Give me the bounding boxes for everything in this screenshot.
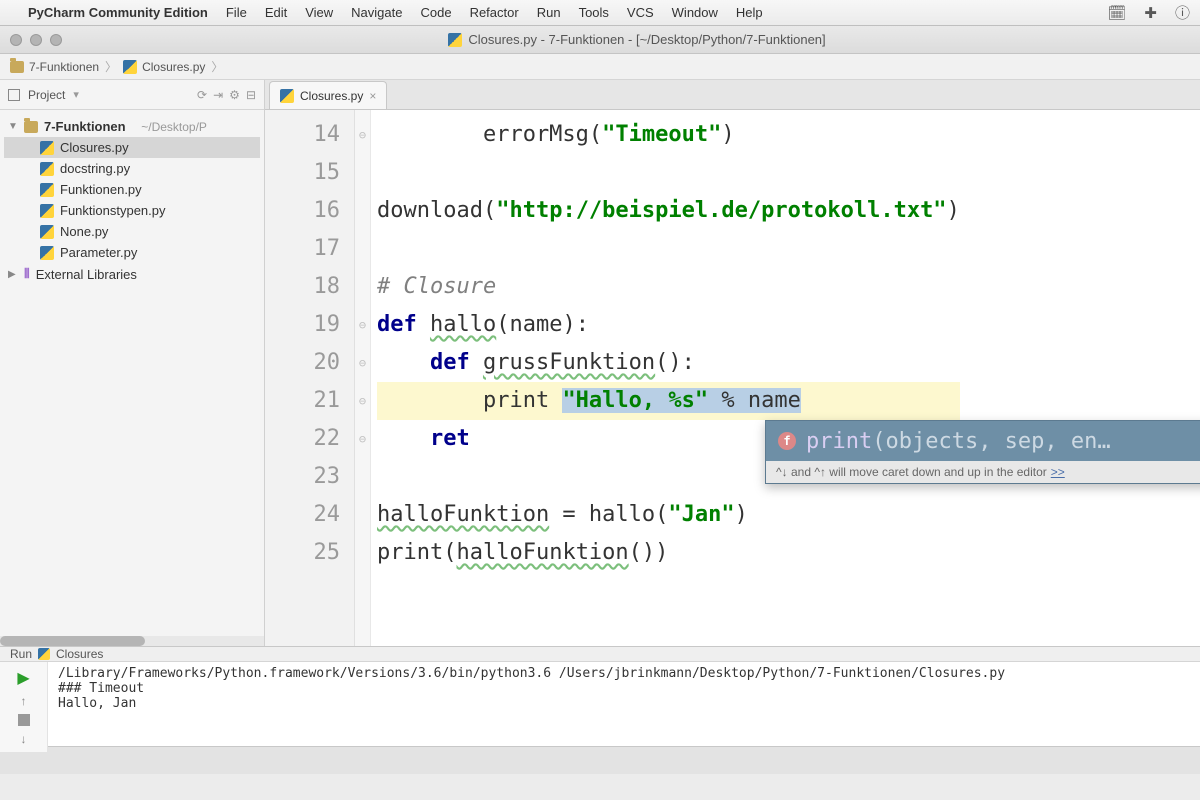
tray-icon[interactable]: ✚ bbox=[1144, 4, 1157, 22]
python-file-icon bbox=[40, 141, 54, 155]
breadcrumb-folder[interactable]: 7-Funktionen bbox=[10, 60, 99, 74]
chevron-right-icon: 〉 bbox=[105, 58, 117, 75]
completion-popup[interactable]: f print(objects, sep, en… builtins ^↓ an… bbox=[765, 420, 1200, 484]
editor-tab[interactable]: Closures.py × bbox=[269, 81, 387, 109]
python-file-icon bbox=[40, 225, 54, 239]
project-tree[interactable]: ▼ 7-Funktionen ~/Desktop/P Closures.py d… bbox=[0, 110, 264, 291]
tree-file[interactable]: Funktionstypen.py bbox=[4, 200, 260, 221]
line-number-gutter: 141516171819202122232425 bbox=[265, 110, 355, 646]
hide-icon[interactable]: ⊟ bbox=[246, 88, 256, 102]
function-icon: f bbox=[778, 432, 796, 450]
menu-run[interactable]: Run bbox=[537, 5, 561, 20]
sidebar-title: Project bbox=[28, 88, 65, 102]
run-tool-window: Run Closures ▶ ↑ ↓ /Library/Frameworks/P… bbox=[0, 646, 1200, 746]
menu-refactor[interactable]: Refactor bbox=[470, 5, 519, 20]
sync-icon[interactable]: ⟳ bbox=[197, 88, 207, 102]
run-header[interactable]: Run Closures bbox=[0, 647, 1200, 662]
twisty-closed-icon[interactable]: ▶ bbox=[8, 269, 18, 280]
breadcrumb-file[interactable]: Closures.py bbox=[123, 60, 205, 74]
code-content[interactable]: errorMsg("Timeout")download("http://beis… bbox=[371, 110, 960, 646]
fold-column[interactable]: ⊖⊖⊖⊖⊖ bbox=[355, 110, 371, 646]
tree-file[interactable]: None.py bbox=[4, 221, 260, 242]
breadcrumb: 7-Funktionen 〉 Closures.py 〉 bbox=[0, 54, 1200, 80]
folder-icon bbox=[24, 121, 38, 133]
python-file-icon bbox=[123, 60, 137, 74]
menu-vcs[interactable]: VCS bbox=[627, 5, 654, 20]
python-file-icon bbox=[40, 162, 54, 176]
tray-icon[interactable]: 🗓 bbox=[1107, 4, 1126, 22]
app-menu[interactable]: PyCharm Community Edition bbox=[28, 5, 208, 20]
python-file-icon bbox=[280, 89, 294, 103]
completion-item[interactable]: f print(objects, sep, en… builtins bbox=[766, 421, 1200, 461]
completion-hint: ^↓ and ^↑ will move caret down and up in… bbox=[766, 461, 1200, 483]
down-arrow-icon[interactable]: ↓ bbox=[21, 732, 27, 746]
python-file-icon bbox=[38, 648, 50, 660]
folder-icon bbox=[10, 61, 24, 73]
tab-label: Closures.py bbox=[300, 89, 363, 103]
python-file-icon bbox=[448, 33, 462, 47]
hint-link[interactable]: >> bbox=[1051, 465, 1065, 479]
tree-file[interactable]: Funktionen.py bbox=[4, 179, 260, 200]
macos-menubar: PyCharm Community Edition File Edit View… bbox=[0, 0, 1200, 26]
menu-file[interactable]: File bbox=[226, 5, 247, 20]
run-toolbar: ▶ ↑ ↓ bbox=[0, 662, 48, 752]
tree-file[interactable]: Closures.py bbox=[4, 137, 260, 158]
window-titlebar: Closures.py - 7-Funktionen - [~/Desktop/… bbox=[0, 26, 1200, 54]
window-title: Closures.py - 7-Funktionen - [~/Desktop/… bbox=[468, 32, 825, 47]
editor-tabs: Closures.py × bbox=[265, 80, 1200, 110]
editor-pane: Closures.py × 141516171819202122232425 ⊖… bbox=[265, 80, 1200, 646]
sidebar-toolbar: Project ▾ ⟳ ⇥ ⚙ ⊟ bbox=[0, 80, 264, 110]
menu-view[interactable]: View bbox=[305, 5, 333, 20]
menu-help[interactable]: Help bbox=[736, 5, 763, 20]
project-sidebar: Project ▾ ⟳ ⇥ ⚙ ⊟ ▼ 7-Funktionen ~/Deskt… bbox=[0, 80, 265, 646]
close-window-icon[interactable] bbox=[10, 34, 22, 46]
tray-icon[interactable]: ⓘ bbox=[1175, 2, 1190, 23]
rerun-button[interactable]: ▶ bbox=[17, 668, 29, 688]
console-output[interactable]: /Library/Frameworks/Python.framework/Ver… bbox=[48, 662, 1200, 752]
up-arrow-icon[interactable]: ↑ bbox=[21, 694, 27, 708]
tree-file[interactable]: Parameter.py bbox=[4, 242, 260, 263]
python-file-icon bbox=[40, 246, 54, 260]
menu-edit[interactable]: Edit bbox=[265, 5, 287, 20]
python-file-icon bbox=[40, 183, 54, 197]
zoom-window-icon[interactable] bbox=[50, 34, 62, 46]
close-tab-icon[interactable]: × bbox=[369, 89, 376, 103]
project-view-icon[interactable] bbox=[8, 89, 20, 101]
collapse-icon[interactable]: ⇥ bbox=[213, 88, 223, 102]
sidebar-scrollbar[interactable] bbox=[0, 636, 264, 646]
menu-window[interactable]: Window bbox=[672, 5, 718, 20]
dropdown-icon[interactable]: ▾ bbox=[73, 88, 79, 101]
menu-code[interactable]: Code bbox=[420, 5, 451, 20]
tree-file[interactable]: docstring.py bbox=[4, 158, 260, 179]
stop-button[interactable] bbox=[18, 714, 30, 726]
tree-external-libs[interactable]: ▶ ⦀ External Libraries bbox=[4, 263, 260, 285]
menu-navigate[interactable]: Navigate bbox=[351, 5, 402, 20]
menu-tools[interactable]: Tools bbox=[579, 5, 609, 20]
code-editor[interactable]: 141516171819202122232425 ⊖⊖⊖⊖⊖ errorMsg(… bbox=[265, 110, 1200, 646]
minimize-window-icon[interactable] bbox=[30, 34, 42, 46]
chevron-right-icon: 〉 bbox=[211, 58, 223, 75]
tree-root[interactable]: ▼ 7-Funktionen ~/Desktop/P bbox=[4, 116, 260, 137]
library-icon: ⦀ bbox=[24, 266, 30, 282]
python-file-icon bbox=[40, 204, 54, 218]
twisty-open-icon[interactable]: ▼ bbox=[8, 121, 18, 132]
gear-icon[interactable]: ⚙ bbox=[229, 88, 240, 102]
